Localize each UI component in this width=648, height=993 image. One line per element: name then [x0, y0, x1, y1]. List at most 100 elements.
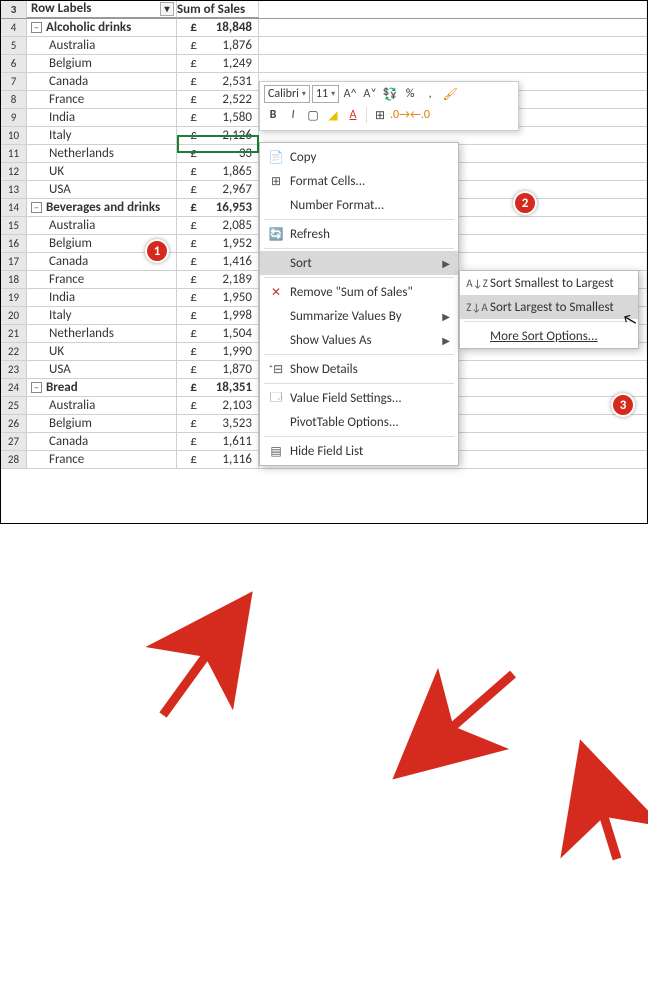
cell-label[interactable]: −Beverages and drinks: [27, 199, 177, 216]
borders-icon[interactable]: ▢: [304, 106, 322, 124]
cell-label[interactable]: Italy: [27, 307, 177, 324]
cell-value[interactable]: 1,990: [199, 343, 259, 360]
ctx-number-format[interactable]: Number Format...: [260, 193, 458, 217]
cell-currency[interactable]: £: [177, 307, 199, 324]
ctx-show-as[interactable]: Show Values As▶: [260, 328, 458, 352]
cell-label[interactable]: Australia: [27, 37, 177, 54]
row-number[interactable]: 20: [1, 307, 27, 324]
cell-label[interactable]: −Bread: [27, 379, 177, 396]
cell-value[interactable]: 1,116: [199, 451, 259, 468]
row-number[interactable]: 11: [1, 145, 27, 162]
format-painter-icon[interactable]: 🖌: [441, 85, 459, 103]
sort-more[interactable]: More Sort Options...: [460, 324, 638, 348]
cell-currency[interactable]: £: [177, 451, 199, 468]
row-number[interactable]: 15: [1, 217, 27, 234]
cell-value[interactable]: 1,870: [199, 361, 259, 378]
cell-label[interactable]: Netherlands: [27, 325, 177, 342]
cell-value[interactable]: Sum of Sales: [177, 1, 259, 18]
ctx-sort[interactable]: Sort▶: [260, 251, 458, 275]
row-number[interactable]: 8: [1, 91, 27, 108]
sort-asc[interactable]: A↓ZSort Smallest to Largest: [460, 271, 638, 295]
cell-currency[interactable]: £: [177, 397, 199, 414]
comma-format-icon[interactable]: ,: [421, 85, 439, 103]
row-number[interactable]: 3: [1, 1, 27, 18]
cell-label[interactable]: −Alcoholic drinks: [27, 19, 177, 36]
font-color-icon[interactable]: A: [344, 106, 362, 124]
cell-value[interactable]: 18,848: [199, 19, 259, 36]
cell-empty[interactable]: [259, 19, 647, 36]
row-number[interactable]: 4: [1, 19, 27, 36]
cell-value[interactable]: 2,189: [199, 271, 259, 288]
cell-value[interactable]: 3,523: [199, 415, 259, 432]
cell-currency[interactable]: £: [177, 55, 199, 72]
filter-dropdown-icon[interactable]: ▾: [160, 2, 174, 16]
cell-value[interactable]: 2,967: [199, 181, 259, 198]
decrease-font-icon[interactable]: A˅: [361, 85, 379, 103]
row-number[interactable]: 24: [1, 379, 27, 396]
row-number[interactable]: 26: [1, 415, 27, 432]
cell-value[interactable]: 33: [199, 145, 259, 162]
ctx-pivot-options[interactable]: PivotTable Options...: [260, 410, 458, 434]
increase-decimal-icon[interactable]: .0→: [391, 106, 409, 124]
cell-currency[interactable]: £: [177, 343, 199, 360]
row-number[interactable]: 7: [1, 73, 27, 90]
cell-currency[interactable]: £: [177, 37, 199, 54]
row-number[interactable]: 6: [1, 55, 27, 72]
cell-value[interactable]: 1,580: [199, 109, 259, 126]
cell-label[interactable]: UK: [27, 343, 177, 360]
cell-label[interactable]: France: [27, 451, 177, 468]
cell-currency[interactable]: £: [177, 433, 199, 450]
cell-value[interactable]: 2,085: [199, 217, 259, 234]
cell-currency[interactable]: £: [177, 325, 199, 342]
cell-currency[interactable]: £: [177, 73, 199, 90]
row-number[interactable]: 21: [1, 325, 27, 342]
ctx-copy[interactable]: 📄Copy: [260, 145, 458, 169]
collapse-icon[interactable]: −: [31, 202, 42, 213]
cell-currency[interactable]: £: [177, 199, 199, 216]
ctx-hide-field[interactable]: ▤Hide Field List: [260, 439, 458, 463]
cell-label[interactable]: France: [27, 91, 177, 108]
row-number[interactable]: 5: [1, 37, 27, 54]
cell-currency[interactable]: £: [177, 379, 199, 396]
font-name-selector[interactable]: Calibri▾: [264, 85, 310, 103]
italic-icon[interactable]: I: [284, 106, 302, 124]
cell-value[interactable]: 1,504: [199, 325, 259, 342]
cell-value[interactable]: 2,531: [199, 73, 259, 90]
row-number[interactable]: 13: [1, 181, 27, 198]
cell-label[interactable]: Row Labels▾: [27, 1, 177, 18]
cell-currency[interactable]: £: [177, 361, 199, 378]
cell-value[interactable]: 2,126: [199, 127, 259, 144]
cell-value[interactable]: 18,351: [199, 379, 259, 396]
ctx-format-cells[interactable]: ⊞Format Cells...: [260, 169, 458, 193]
cell-empty[interactable]: [259, 1, 647, 18]
cell-value[interactable]: 1,998: [199, 307, 259, 324]
cell-label[interactable]: Australia: [27, 217, 177, 234]
ctx-refresh[interactable]: 🔄Refresh: [260, 222, 458, 246]
cell-currency[interactable]: £: [177, 19, 199, 36]
collapse-icon[interactable]: −: [31, 22, 42, 33]
cell-label[interactable]: USA: [27, 181, 177, 198]
cell-currency[interactable]: £: [177, 253, 199, 270]
accounting-format-icon[interactable]: 💱: [381, 85, 399, 103]
cell-label[interactable]: USA: [27, 361, 177, 378]
row-number[interactable]: 10: [1, 127, 27, 144]
cell-label[interactable]: Italy: [27, 127, 177, 144]
ctx-remove[interactable]: ✕Remove "Sum of Sales": [260, 280, 458, 304]
percent-format-icon[interactable]: %: [401, 85, 419, 103]
cell-currency[interactable]: £: [177, 163, 199, 180]
cell-value[interactable]: 1,611: [199, 433, 259, 450]
cell-currency[interactable]: £: [177, 289, 199, 306]
row-number[interactable]: 23: [1, 361, 27, 378]
cell-value[interactable]: 1,950: [199, 289, 259, 306]
fill-color-icon[interactable]: ◢: [324, 106, 342, 124]
row-number[interactable]: 25: [1, 397, 27, 414]
decrease-decimal-icon[interactable]: ←.0: [411, 106, 429, 124]
font-size-selector[interactable]: 11▾: [312, 85, 339, 103]
cell-currency[interactable]: £: [177, 271, 199, 288]
cell-empty[interactable]: [259, 37, 647, 54]
cell-value[interactable]: 2,103: [199, 397, 259, 414]
cell-value[interactable]: 1,876: [199, 37, 259, 54]
row-number[interactable]: 12: [1, 163, 27, 180]
cell-value[interactable]: 2,522: [199, 91, 259, 108]
cell-currency[interactable]: £: [177, 181, 199, 198]
